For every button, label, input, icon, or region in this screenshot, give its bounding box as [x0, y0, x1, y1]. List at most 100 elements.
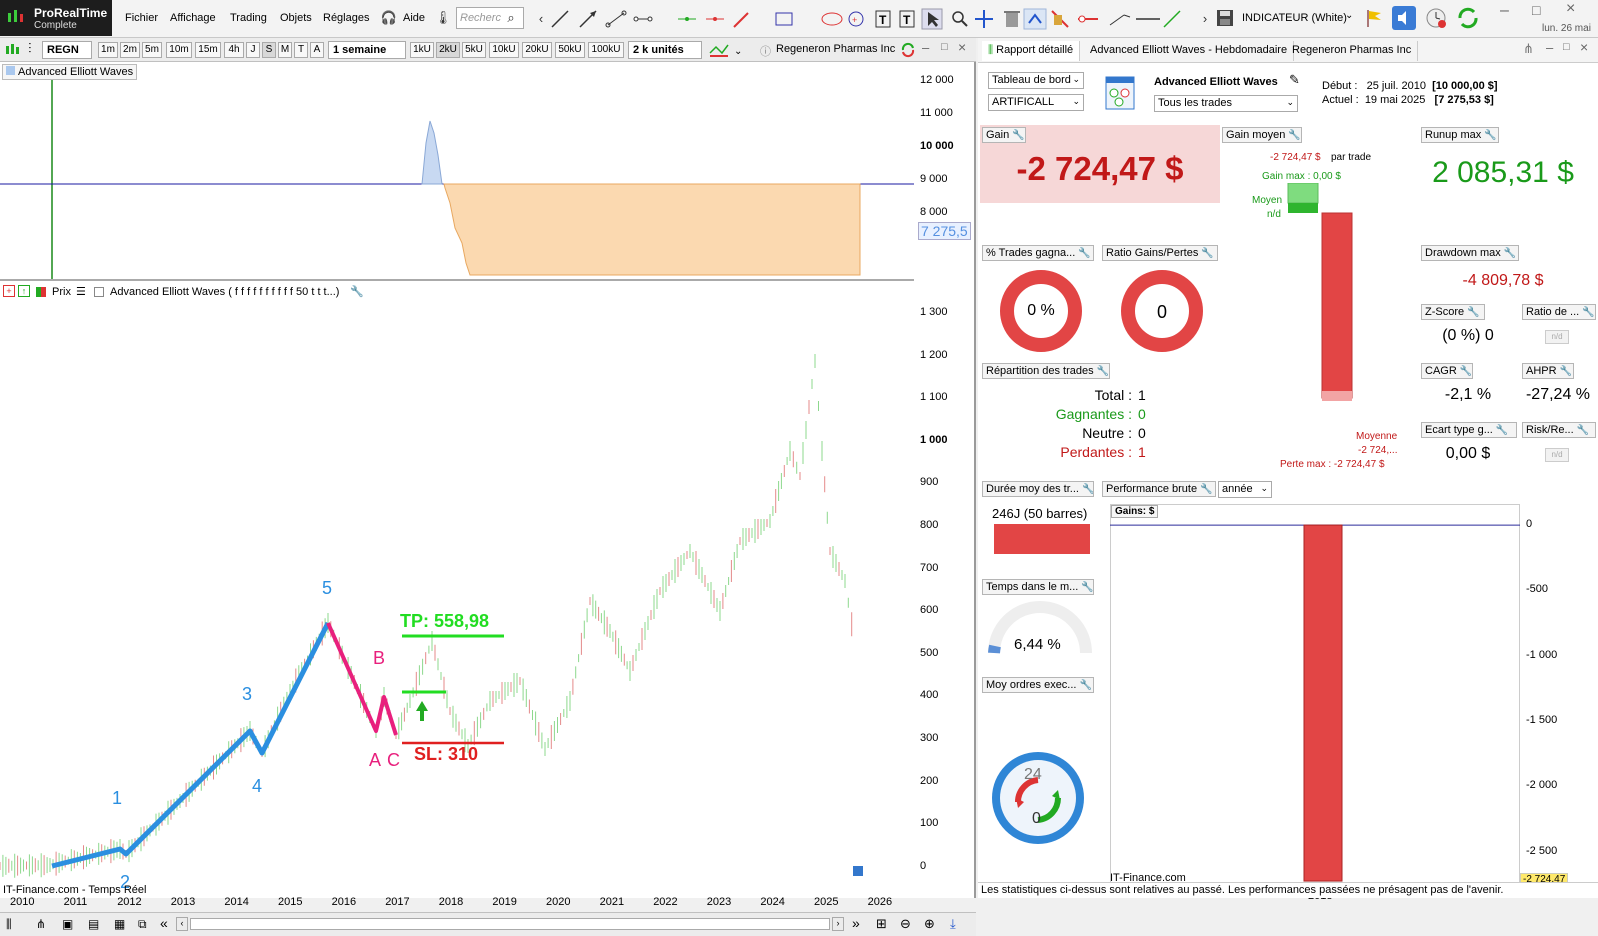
wrench-icon[interactable]: 🔧	[1467, 307, 1479, 318]
scroll-left-icon[interactable]: «	[160, 915, 168, 931]
unit-20ku[interactable]: 20kU	[522, 42, 552, 58]
edit-pencil-icon[interactable]: ✎	[1289, 72, 1300, 88]
maximize-report-button[interactable]: □	[1563, 41, 1570, 53]
zoom-fit-icon[interactable]: ⊞	[876, 916, 887, 932]
close-window-button[interactable]: ×	[1566, 0, 1575, 18]
tf-a[interactable]: A	[310, 42, 324, 58]
zscore-header[interactable]: Z-Score 🔧	[1421, 304, 1485, 320]
list-icon[interactable]: ☰	[76, 285, 86, 298]
tf-5m[interactable]: 5m	[142, 42, 162, 58]
risk-header[interactable]: Risk/Re... 🔧	[1522, 422, 1596, 438]
screenshot-icon[interactable]: ▤	[88, 917, 99, 931]
zoom-in-icon[interactable]: ⊕	[924, 916, 935, 932]
trade-filter-selector[interactable]: Tous les trades ⌄	[1154, 95, 1298, 112]
wrench-icon[interactable]: 🔧	[1201, 248, 1213, 259]
account-selector[interactable]: ARTIFICALL ⌄	[988, 94, 1084, 111]
wrench-icon[interactable]: 🔧	[1582, 307, 1594, 318]
tf-1m[interactable]: 1m	[98, 42, 118, 58]
speaker-icon[interactable]	[1392, 6, 1416, 30]
calendar-icon[interactable]	[853, 866, 863, 876]
wrench-icon[interactable]: 🔧	[1484, 130, 1496, 141]
cagr-header[interactable]: CAGR 🔧	[1421, 363, 1473, 379]
ahpr-header[interactable]: AHPR 🔧	[1522, 363, 1574, 379]
thermometer-icon[interactable]: 🌡	[432, 6, 454, 30]
unit-count-selector[interactable]: 2 k unités	[628, 41, 702, 59]
download-icon[interactable]: ⤓	[950, 916, 956, 932]
indicator-icon[interactable]: ⌄	[708, 41, 744, 59]
duration-header[interactable]: Durée moy des tr... 🔧	[982, 481, 1094, 497]
minimize-report-button[interactable]: –	[1546, 40, 1553, 55]
price-legend-label[interactable]: Prix	[52, 286, 71, 298]
tf-s[interactable]: S	[262, 42, 276, 58]
avg-gain-header[interactable]: Gain moyen 🔧	[1222, 127, 1302, 143]
avg-orders-header[interactable]: Moy ordres exec... 🔧	[982, 677, 1094, 693]
tf-m[interactable]: M	[278, 42, 292, 58]
menu-affichage[interactable]: Affichage	[170, 12, 216, 24]
wrench-icon[interactable]: 🔧	[1560, 366, 1572, 377]
horizontal-scrollbar[interactable]	[190, 918, 830, 930]
wrench-icon[interactable]: 🔧	[1012, 130, 1024, 141]
search-icon[interactable]: ⌕	[502, 8, 520, 28]
wrench-icon[interactable]: 🔧	[1496, 425, 1508, 436]
period-selector[interactable]: 1 semaine	[328, 41, 406, 59]
tf-j[interactable]: J	[246, 42, 260, 58]
headset-icon[interactable]: 🎧	[378, 6, 400, 30]
candles-icon[interactable]: ⫼	[6, 917, 12, 932]
tf-t[interactable]: T	[294, 42, 308, 58]
candles-icon[interactable]	[4, 42, 20, 58]
add-indicator-icon[interactable]: ↑	[18, 285, 30, 297]
tab-strategy[interactable]: Advanced Elliott Waves - Hebdomadaire	[1084, 41, 1295, 61]
chart-type-icon[interactable]: ▦	[114, 917, 125, 931]
indicator-checkbox[interactable]	[94, 287, 104, 297]
maximize-window-button[interactable]: □	[1532, 2, 1540, 18]
flag-icon[interactable]	[1364, 8, 1384, 28]
layout-icon[interactable]: ▣	[62, 917, 73, 931]
share-icon[interactable]: ⋔	[1523, 41, 1534, 57]
ecart-header[interactable]: Ecart type g... 🔧	[1421, 422, 1517, 438]
scroll-left-button[interactable]: ‹	[176, 917, 188, 931]
share-icon[interactable]: ⋔	[36, 917, 46, 931]
scroll-end-icon[interactable]: »	[852, 915, 860, 931]
dashboard-selector[interactable]: Tableau de bord ⌄	[988, 72, 1084, 89]
time-in-market-header[interactable]: Temps dans le m... 🔧	[982, 579, 1094, 595]
window-icon[interactable]: ⧉	[138, 917, 147, 932]
wrench-icon[interactable]: 🔧	[1079, 680, 1091, 691]
expand-right-icon[interactable]: ›	[1194, 6, 1216, 30]
wrench-icon[interactable]: 🔧	[1078, 248, 1090, 259]
maximize-chart-button[interactable]: □	[941, 41, 948, 53]
chevron-down-icon[interactable]: ⌄	[1345, 10, 1353, 21]
save-icon[interactable]	[1215, 8, 1235, 28]
zoom-out-icon[interactable]: ⊖	[900, 916, 911, 932]
alert-clock-icon[interactable]	[1424, 6, 1448, 30]
ratio-de-header[interactable]: Ratio de ... 🔧	[1522, 304, 1596, 320]
repartition-header[interactable]: Répartition des trades 🔧	[982, 363, 1110, 379]
unit-1ku[interactable]: 1kU	[410, 42, 434, 58]
wrench-icon[interactable]: 🔧	[1081, 582, 1093, 593]
indicator-legend-label[interactable]: Advanced Elliott Waves ( f f f f f f f f…	[110, 286, 339, 298]
close-chart-button[interactable]: ×	[958, 39, 966, 55]
gain-header[interactable]: Gain 🔧	[982, 127, 1026, 143]
indicator-selector[interactable]: INDICATEUR (White)	[1242, 12, 1347, 24]
tf-15m[interactable]: 15m	[195, 42, 221, 58]
symbol-selector[interactable]: REGN	[42, 41, 92, 59]
tf-2m[interactable]: 2m	[120, 42, 140, 58]
drawing-tools[interactable]: + T T	[548, 7, 1188, 31]
tf-10m[interactable]: 10m	[166, 42, 192, 58]
refresh-icon[interactable]	[900, 42, 916, 58]
pct-win-header[interactable]: % Trades gagna... 🔧	[982, 245, 1094, 261]
perf-period-selector[interactable]: année ⌄	[1218, 481, 1272, 498]
ratio-header[interactable]: Ratio Gains/Pertes 🔧	[1102, 245, 1218, 261]
wrench-icon[interactable]: 🔧	[1097, 366, 1109, 377]
unit-10ku[interactable]: 10kU	[489, 42, 519, 58]
menu-objets[interactable]: Objets	[280, 12, 312, 24]
wrench-icon[interactable]: 🔧	[1288, 130, 1300, 141]
wrench-icon[interactable]: 🔧	[1460, 366, 1472, 377]
tab-instrument[interactable]: Regeneron Pharmas Inc	[1286, 41, 1419, 61]
unit-50ku[interactable]: 50kU	[555, 42, 585, 58]
menu-aide[interactable]: Aide	[403, 12, 425, 24]
perf-header[interactable]: Performance brute 🔧	[1102, 481, 1216, 497]
menu-trading[interactable]: Trading	[230, 12, 267, 24]
drawdown-header[interactable]: Drawdown max 🔧	[1421, 245, 1519, 261]
close-report-button[interactable]: ×	[1580, 39, 1588, 55]
menu-reglages[interactable]: Réglages	[323, 12, 369, 24]
